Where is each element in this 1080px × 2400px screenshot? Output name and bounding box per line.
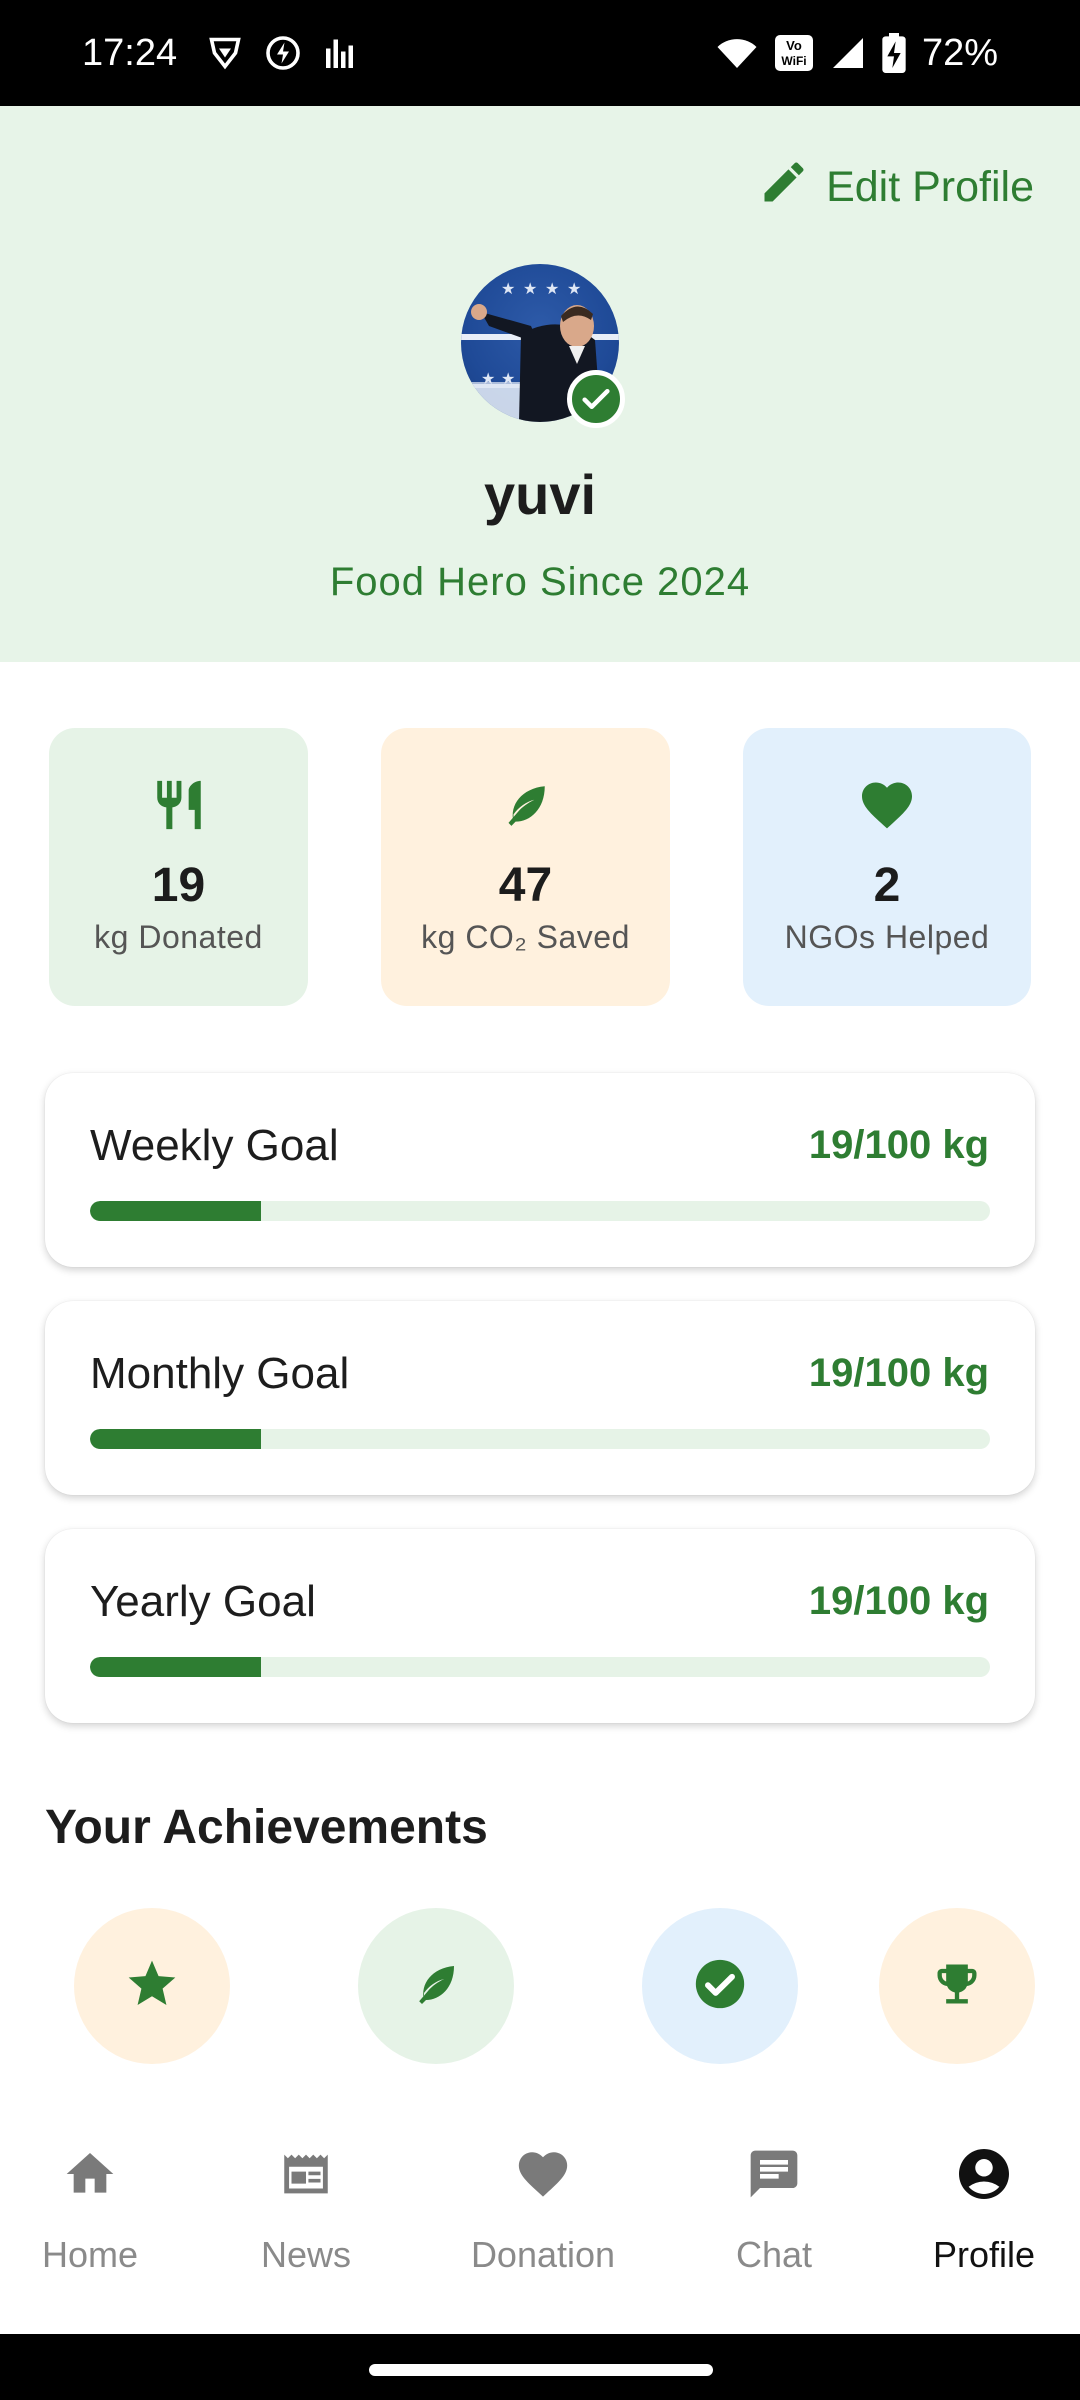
home-icon <box>62 2138 118 2210</box>
data-usage-icon <box>323 35 359 71</box>
stat-label: kg Donated <box>94 919 263 955</box>
stat-card-donated: 19 kg Donated <box>49 728 308 1006</box>
battery-charging-icon <box>882 33 906 73</box>
home-gesture-bar[interactable] <box>369 2364 713 2376</box>
nav-item-news[interactable]: News <box>236 2098 376 2334</box>
nav-label: News <box>260 2234 352 2275</box>
achievements-title: Your Achievements <box>45 1801 488 1854</box>
leaf-icon <box>412 1960 460 2013</box>
heart-icon <box>514 2138 572 2210</box>
check-circle-icon <box>691 1955 749 2018</box>
username: yuvi <box>483 463 597 526</box>
goal-card-yearly: Yearly Goal 19/100 kg <box>45 1529 1035 1723</box>
goal-title: Monthly Goal <box>90 1349 350 1398</box>
stat-value: 19 <box>151 859 206 912</box>
nav-label: Chat <box>735 2234 813 2275</box>
nav-label: Profile <box>932 2234 1036 2275</box>
svg-text:★: ★ <box>567 281 581 298</box>
achievement-badge-check[interactable] <box>642 1908 798 2064</box>
goal-card-monthly: Monthly Goal 19/100 kg <box>45 1301 1035 1495</box>
edit-profile-label: Edit Profile <box>826 163 1034 211</box>
stat-value: 47 <box>498 859 553 912</box>
goal-title: Weekly Goal <box>90 1121 339 1170</box>
achievement-badge-leaf[interactable] <box>358 1908 514 2064</box>
goal-value: 19/100 kg <box>808 1123 989 1167</box>
vpn-shield-icon <box>207 35 243 71</box>
trophy-icon <box>931 1958 983 2015</box>
profile-header: Edit Profile ★ ★ ★ ★ ★ ★ yuvi Food Hero … <box>0 106 1080 662</box>
stat-label: NGOs Helped <box>784 919 990 955</box>
heart-icon <box>857 774 917 836</box>
svg-text:★: ★ <box>545 281 559 298</box>
svg-text:★: ★ <box>501 281 515 298</box>
goal-progress-bar <box>90 1429 990 1449</box>
verified-check-icon <box>567 370 625 428</box>
flash-circle-icon <box>265 35 301 71</box>
svg-text:WiFi: WiFi <box>781 54 806 68</box>
vowifi-icon: Vo WiFi <box>774 34 814 72</box>
goal-card-weekly: Weekly Goal 19/100 kg <box>45 1073 1035 1267</box>
bottom-navigation: Home News Donation Chat Profile <box>0 2098 1080 2334</box>
stat-value: 2 <box>873 859 901 912</box>
nav-item-home[interactable]: Home <box>20 2098 160 2334</box>
goal-progress-fill <box>90 1429 261 1449</box>
nav-label: Home <box>41 2234 139 2275</box>
profile-screen: 17:24 Vo WiFi 72% Edit Profile ★ ★ ★ ★ ★… <box>0 0 1080 2400</box>
signal-icon <box>830 35 866 71</box>
chat-icon <box>746 2138 802 2210</box>
stat-card-ngos: 2 NGOs Helped <box>743 728 1031 1006</box>
goal-progress-bar <box>90 1657 990 1677</box>
cutlery-icon <box>150 774 208 836</box>
star-icon <box>124 1956 180 2017</box>
goal-value: 19/100 kg <box>808 1351 989 1395</box>
goal-title: Yearly Goal <box>90 1577 316 1626</box>
gesture-navigation-area <box>0 2334 1080 2400</box>
nav-item-donation[interactable]: Donation <box>463 2098 623 2334</box>
avatar[interactable]: ★ ★ ★ ★ ★ ★ <box>461 264 625 428</box>
nav-item-chat[interactable]: Chat <box>704 2098 844 2334</box>
leaf-icon <box>501 774 551 836</box>
member-since: Food Hero Since 2024 <box>329 560 751 604</box>
status-time: 17:24 <box>82 31 178 74</box>
goal-progress-bar <box>90 1201 990 1221</box>
newspaper-icon <box>277 2138 335 2210</box>
pencil-icon <box>758 156 810 219</box>
achievement-badge-star[interactable] <box>74 1908 230 2064</box>
goal-progress-fill <box>90 1657 261 1677</box>
stat-label: kg CO₂ Saved <box>421 919 630 955</box>
goal-value: 19/100 kg <box>808 1579 989 1623</box>
edit-profile-button[interactable]: Edit Profile <box>758 156 1034 219</box>
status-bar: 17:24 Vo WiFi 72% <box>0 0 1080 106</box>
battery-percent: 72% <box>921 31 998 74</box>
nav-item-profile[interactable]: Profile <box>914 2098 1054 2334</box>
wifi-icon <box>716 35 758 71</box>
account-circle-icon <box>954 2138 1014 2210</box>
svg-text:★: ★ <box>523 281 537 298</box>
achievement-badge-trophy[interactable] <box>879 1908 1035 2064</box>
goal-progress-fill <box>90 1201 261 1221</box>
nav-label: Donation <box>470 2234 616 2275</box>
stat-card-co2: 47 kg CO₂ Saved <box>381 728 670 1006</box>
svg-text:Vo: Vo <box>786 38 802 53</box>
